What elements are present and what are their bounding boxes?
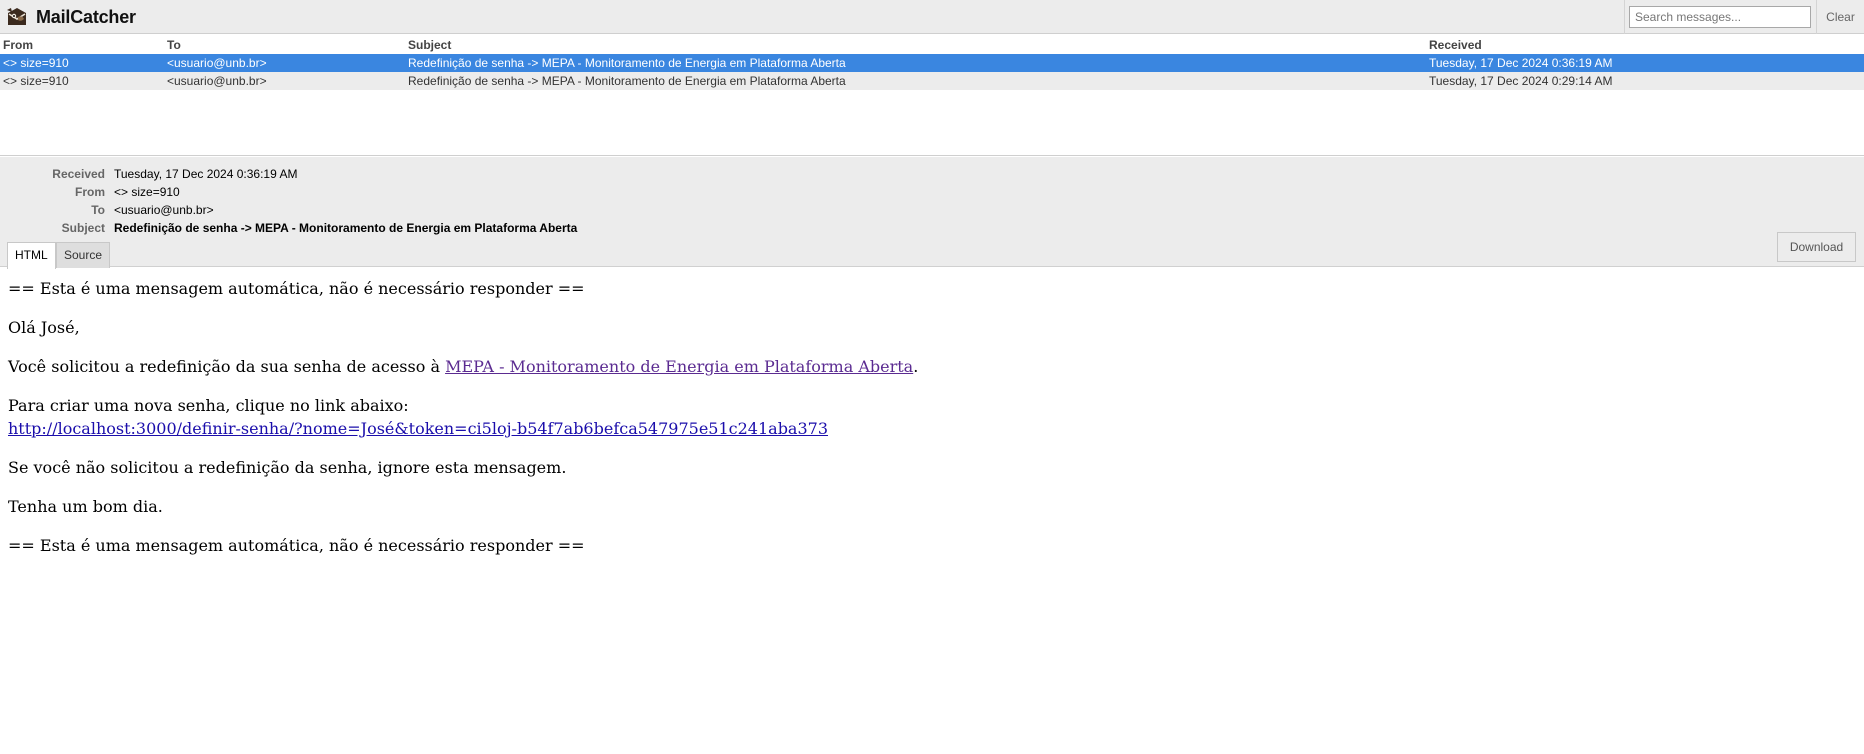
list-header-row: From To Subject Received [0,36,1864,54]
message-row[interactable]: <> size=910 <usuario@unb.br> Redefinição… [0,72,1864,90]
mepa-link[interactable]: MEPA - Monitoramento de Energia em Plata… [445,357,913,376]
app-title: MailCatcher [36,6,136,27]
clear-button[interactable]: Clear [1816,0,1864,34]
auto-notice-bottom: == Esta é uma mensagem automática, não é… [8,536,585,555]
meta-to-value: <usuario@unb.br> [114,203,214,217]
column-header-to[interactable]: To [167,36,407,54]
search-input[interactable] [1629,6,1811,28]
meta-subject-label: Subject [61,221,105,235]
meta-received-value: Tuesday, 17 Dec 2024 0:36:19 AM [114,167,298,181]
message-body: == Esta é uma mensagem automática, não é… [0,268,1864,754]
message-to: <usuario@unb.br> [167,74,267,88]
mailcatcher-logo-icon [7,8,26,25]
column-header-received[interactable]: Received [1429,36,1829,54]
meta-to-label: To [91,203,105,217]
message-metadata: Received Tuesday, 17 Dec 2024 0:36:19 AM… [0,157,1864,267]
download-button[interactable]: Download [1777,232,1856,262]
message-received: Tuesday, 17 Dec 2024 0:36:19 AM [1429,56,1613,70]
column-header-from[interactable]: From [3,36,163,54]
instructions-text: Para criar uma nova senha, clique no lin… [8,396,409,415]
search-container [1624,0,1816,34]
closing-paragraph: Tenha um bom dia. [8,497,163,516]
message-list: From To Subject Received <> size=910 <us… [0,34,1864,156]
message-subject: Redefinição de senha -> MEPA - Monitoram… [408,74,846,88]
meta-from-label: From [75,185,105,199]
message-received: Tuesday, 17 Dec 2024 0:29:14 AM [1429,74,1613,88]
intro-text: Você solicitou a redefinição da sua senh… [8,357,446,376]
meta-received-label: Received [52,167,105,181]
meta-from-value: <> size=910 [114,185,180,199]
message-subject: Redefinição de senha -> MEPA - Monitoram… [408,56,846,70]
greeting: Olá José, [8,318,80,337]
ignore-paragraph: Se você não solicitou a redefinição da s… [8,458,567,477]
intro-end: . [913,357,919,376]
tab-html[interactable]: HTML [7,242,56,269]
message-to: <usuario@unb.br> [167,56,267,70]
app-logo: MailCatcher [5,4,136,30]
app-header: MailCatcher Clear [0,0,1864,34]
column-header-subject[interactable]: Subject [408,36,1428,54]
intro-paragraph: Você solicitou a redefinição da sua senh… [8,355,1856,378]
meta-subject-value: Redefinição de senha -> MEPA - Monitoram… [114,221,578,235]
instructions-paragraph: Para criar uma nova senha, clique no lin… [8,394,1856,440]
reset-password-link[interactable]: http://localhost:3000/definir-senha/?nom… [8,419,828,438]
auto-notice-top: == Esta é uma mensagem automática, não é… [8,279,585,298]
message-from: <> size=910 [3,56,69,70]
message-from: <> size=910 [3,74,69,88]
message-row-selected[interactable]: <> size=910 <usuario@unb.br> Redefinição… [0,54,1864,72]
tab-source[interactable]: Source [56,242,111,268]
